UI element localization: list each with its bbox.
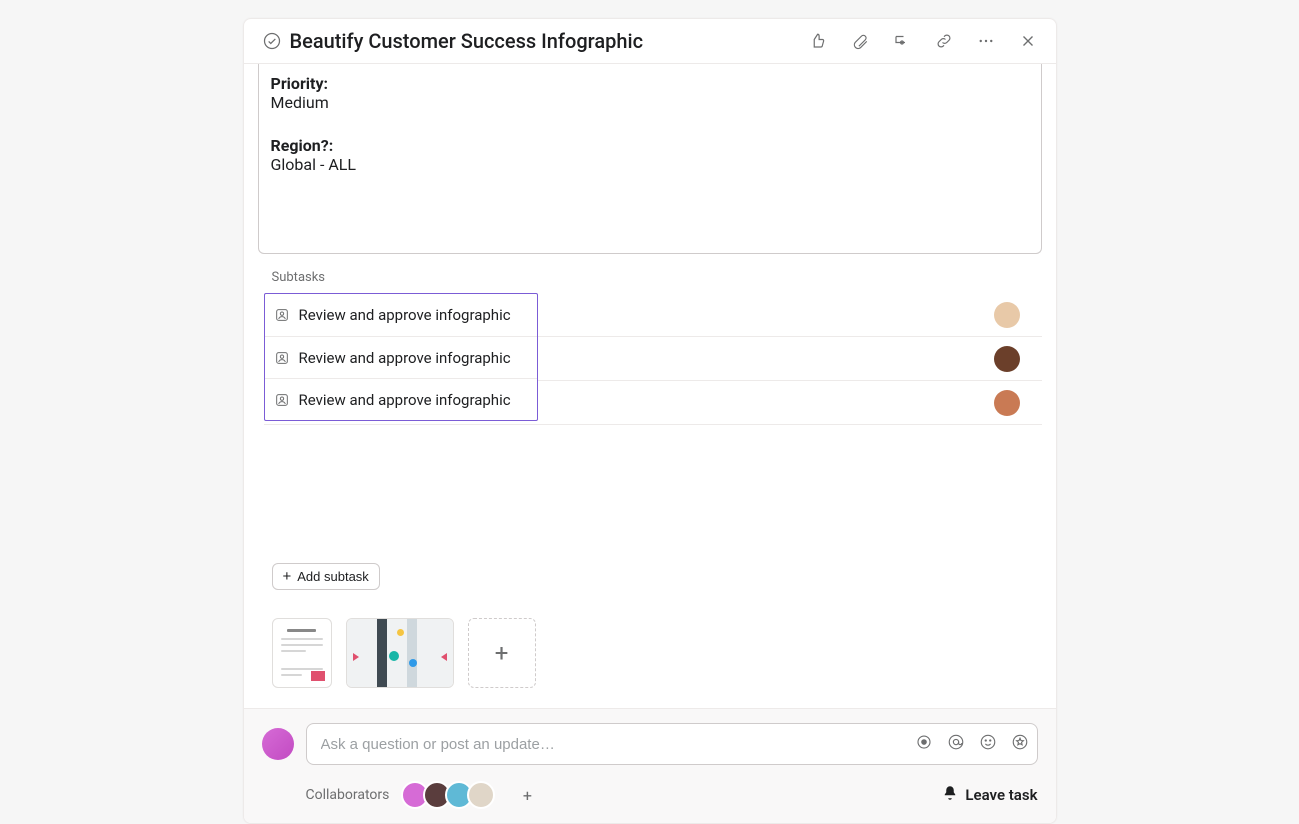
add-attachment-button[interactable]: + bbox=[468, 618, 536, 688]
subtask-title: Review and approve infographic bbox=[299, 349, 511, 367]
attachment-icon[interactable] bbox=[850, 31, 870, 51]
description-box[interactable]: Priority: Medium Region?: Global - ALL bbox=[258, 64, 1042, 254]
header-actions bbox=[808, 31, 1038, 51]
more-icon[interactable] bbox=[976, 31, 996, 51]
leave-task-label: Leave task bbox=[965, 786, 1037, 804]
collaborators-label: Collaborators bbox=[306, 787, 390, 803]
approval-pending-icon bbox=[273, 349, 291, 367]
subtask-row[interactable]: Review and approve infographic bbox=[265, 294, 537, 336]
appreciation-icon[interactable] bbox=[1011, 733, 1029, 755]
collaborators-avatars bbox=[401, 781, 495, 809]
task-body: Priority: Medium Region?: Global - ALL S… bbox=[244, 64, 1056, 708]
comment-box[interactable] bbox=[306, 723, 1038, 765]
close-icon[interactable] bbox=[1018, 31, 1038, 51]
add-subtask-label: Add subtask bbox=[297, 569, 369, 584]
field-priority: Priority: Medium bbox=[271, 74, 1029, 112]
current-user-avatar[interactable] bbox=[262, 728, 294, 760]
attachment-doc-thumb[interactable] bbox=[272, 618, 332, 688]
subtask-title: Review and approve infographic bbox=[299, 391, 511, 409]
subtasks-highlighted-box: Review and approve infographic Review an… bbox=[264, 293, 538, 421]
field-value: Global - ALL bbox=[271, 155, 1029, 174]
approval-pending-icon bbox=[273, 306, 291, 324]
field-value: Medium bbox=[271, 93, 1029, 112]
add-subtask-button[interactable]: + Add subtask bbox=[272, 563, 380, 590]
collaborators-row: Collaborators + Leave task bbox=[262, 781, 1038, 809]
subtask-icon[interactable] bbox=[892, 31, 912, 51]
comment-row bbox=[262, 723, 1038, 765]
mark-complete-icon[interactable] bbox=[262, 31, 282, 51]
mention-icon[interactable] bbox=[947, 733, 965, 755]
task-title-wrap: Beautify Customer Success Infographic bbox=[262, 29, 808, 53]
approval-pending-icon bbox=[273, 391, 291, 409]
task-title[interactable]: Beautify Customer Success Infographic bbox=[290, 29, 644, 53]
collaborators-left: Collaborators + bbox=[306, 781, 542, 809]
subtask-row[interactable]: Review and approve infographic bbox=[265, 336, 537, 378]
subtasks-list: Review and approve infographic Review an… bbox=[264, 293, 1042, 553]
plus-icon: + bbox=[283, 569, 292, 584]
assignee-avatar[interactable] bbox=[994, 390, 1020, 416]
emoji-icon[interactable] bbox=[979, 733, 997, 755]
task-detail-panel: Beautify Customer Success Infographic bbox=[243, 18, 1057, 824]
assignee-avatar[interactable] bbox=[994, 302, 1020, 328]
record-icon[interactable] bbox=[915, 733, 933, 755]
like-icon[interactable] bbox=[808, 31, 828, 51]
subtasks-section-label: Subtasks bbox=[272, 270, 1040, 285]
add-collaborator-button[interactable]: + bbox=[513, 781, 541, 809]
task-footer: Collaborators + Leave task bbox=[244, 708, 1056, 823]
attachments-row: + bbox=[272, 618, 1042, 688]
comment-input[interactable] bbox=[319, 735, 915, 754]
assignee-avatar[interactable] bbox=[994, 346, 1020, 372]
leave-task-button[interactable]: Leave task bbox=[941, 784, 1037, 806]
field-label: Region?: bbox=[271, 136, 1029, 155]
task-header: Beautify Customer Success Infographic bbox=[244, 19, 1056, 64]
subtask-title: Review and approve infographic bbox=[299, 306, 511, 324]
attachment-flow-thumb[interactable] bbox=[346, 618, 454, 688]
plus-icon: + bbox=[495, 639, 509, 667]
comment-toolbar bbox=[915, 733, 1029, 755]
copy-link-icon[interactable] bbox=[934, 31, 954, 51]
field-label: Priority: bbox=[271, 74, 1029, 93]
collaborator-avatar[interactable] bbox=[467, 781, 495, 809]
subtask-row[interactable]: Review and approve infographic bbox=[265, 378, 537, 420]
bell-icon bbox=[941, 784, 959, 806]
field-region: Region?: Global - ALL bbox=[271, 136, 1029, 174]
